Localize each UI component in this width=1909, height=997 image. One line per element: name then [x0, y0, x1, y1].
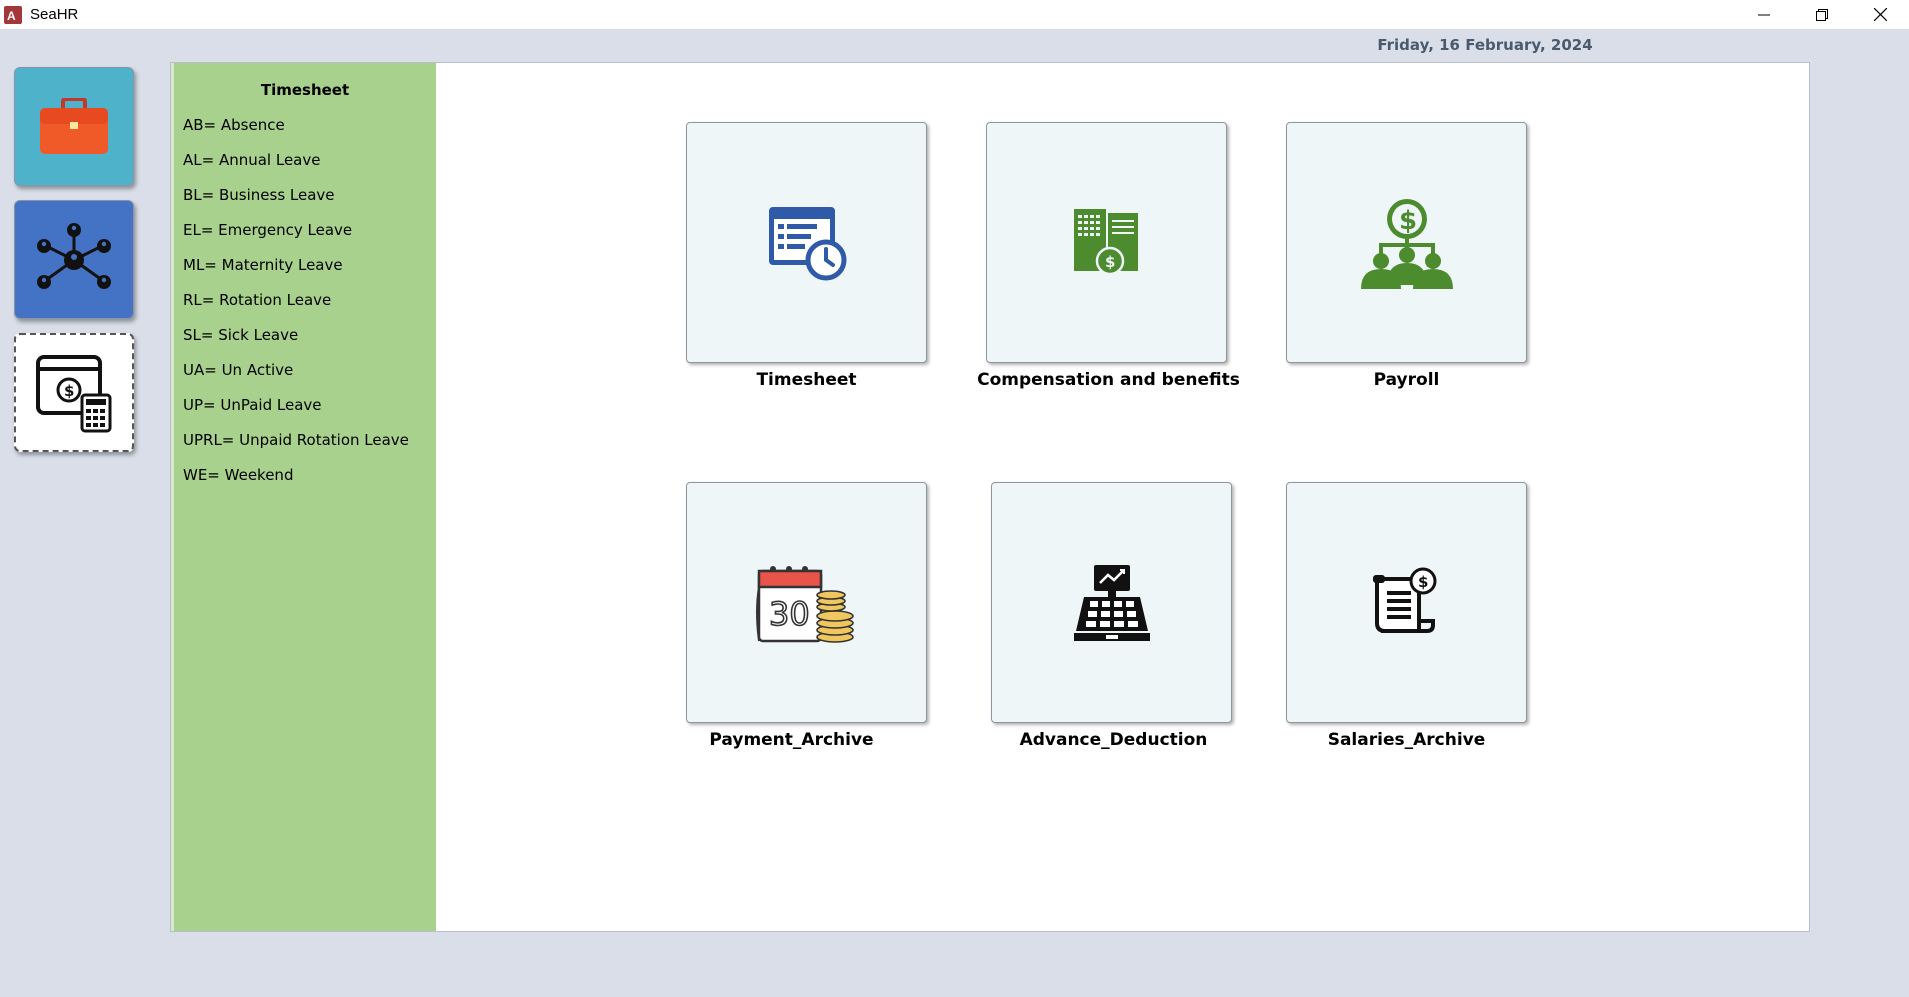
legend-item: EL= Emergency Leave	[183, 221, 353, 239]
cash-register-icon	[1073, 564, 1150, 641]
svg-text:$: $	[1399, 206, 1417, 236]
minimize-button[interactable]	[1735, 0, 1793, 29]
compensation-tile[interactable]: $	[986, 122, 1227, 363]
sidebar-button-employees[interactable]	[14, 67, 134, 186]
legend-item: BL= Business Leave	[183, 186, 335, 204]
close-icon	[1873, 8, 1887, 21]
svg-text:30: 30	[769, 595, 810, 633]
svg-text:$: $	[64, 382, 74, 400]
legend-title: Timesheet	[260, 81, 350, 99]
sidebar-button-organization[interactable]	[14, 200, 134, 319]
legend-item: UP= UnPaid Leave	[183, 396, 322, 414]
restore-icon	[1816, 8, 1828, 21]
sidebar-button-payroll[interactable]: $	[14, 333, 134, 452]
salaries-archive-tile[interactable]: $	[1286, 482, 1527, 723]
legend-item: UPRL= Unpaid Rotation Leave	[183, 431, 409, 449]
org-network-icon	[37, 222, 111, 289]
compensation-label: Compensation and benefits	[977, 370, 1240, 390]
salary-scroll-icon: $	[1372, 567, 1436, 633]
payroll-tile[interactable]: $	[1286, 122, 1527, 363]
main-panel: Timesheet AB= Absence AL= Annual Leave B…	[170, 62, 1810, 932]
legend-item: AB= Absence	[183, 116, 285, 134]
current-date: Friday, 16 February, 2024	[1377, 36, 1593, 54]
legend-item: ML= Maternity Leave	[183, 256, 343, 274]
calendar-coins-icon: 30	[755, 565, 854, 643]
advance-deduction-label: Advance_Deduction	[1019, 730, 1208, 750]
title-bar: A SeaHR	[0, 0, 1909, 29]
advance-deduction-tile[interactable]	[991, 482, 1232, 723]
legend-item: SL= Sick Leave	[183, 326, 299, 344]
legend-item: AL= Annual Leave	[183, 151, 321, 169]
payroll-label: Payroll	[1373, 370, 1440, 390]
svg-text:A: A	[7, 9, 16, 23]
timesheet-tile[interactable]	[686, 122, 927, 363]
salaries-archive-label: Salaries_Archive	[1327, 730, 1486, 750]
svg-text:$: $	[1418, 573, 1428, 591]
payment-archive-tile[interactable]: 30	[686, 482, 927, 723]
legend-item: UA= Un Active	[183, 361, 294, 379]
compensation-icon: $	[1073, 208, 1138, 275]
svg-text:$: $	[1105, 253, 1115, 271]
timesheet-clock-icon	[768, 206, 846, 280]
close-button[interactable]	[1851, 0, 1909, 29]
window-title: SeaHR	[30, 6, 79, 23]
restore-button[interactable]	[1793, 0, 1851, 29]
legend-item: RL= Rotation Leave	[183, 291, 332, 309]
timesheet-label: Timesheet	[756, 370, 857, 390]
access-app-icon: A	[4, 5, 22, 24]
minimize-icon	[1758, 14, 1770, 15]
payment-archive-label: Payment_Archive	[709, 730, 874, 750]
payroll-calculator-icon: $	[36, 354, 112, 432]
briefcase-icon	[40, 97, 108, 154]
payroll-dollar-people-icon: $	[1360, 198, 1453, 289]
timesheet-legend: Timesheet AB= Absence AL= Annual Leave B…	[171, 63, 436, 931]
legend-item: WE= Weekend	[183, 466, 294, 484]
